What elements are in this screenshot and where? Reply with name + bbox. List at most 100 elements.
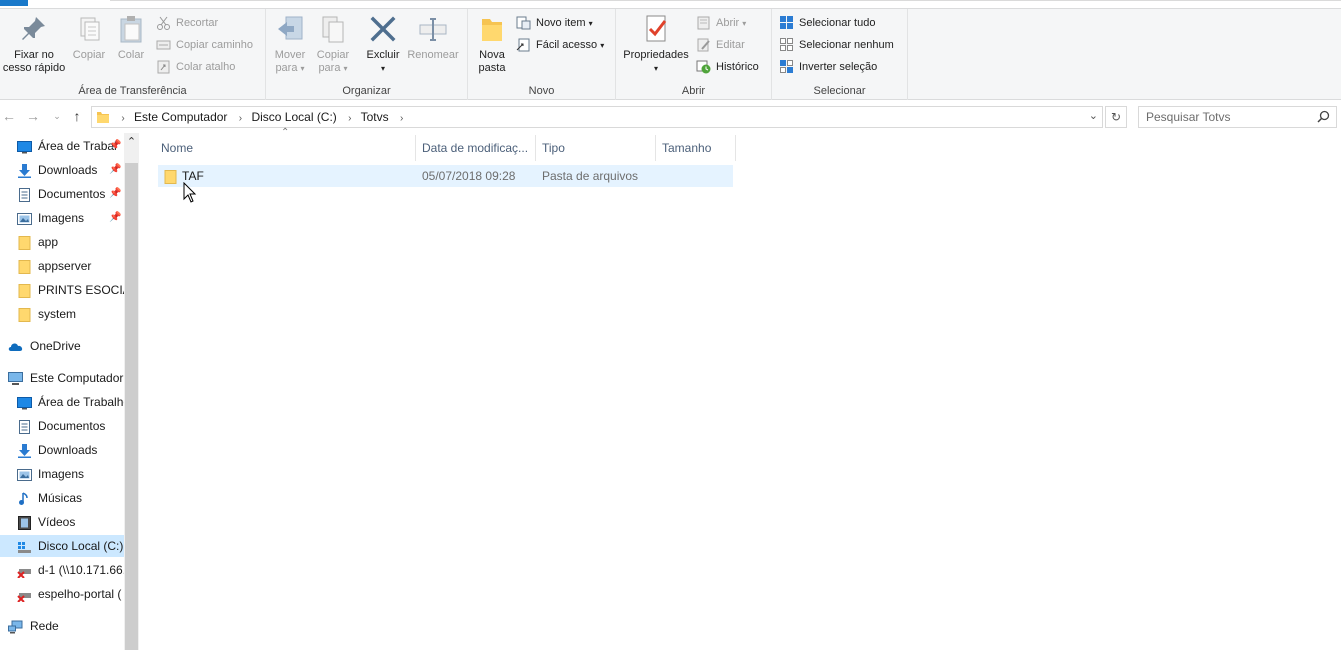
delete-label: Excluir bbox=[366, 49, 400, 61]
copy-path-icon bbox=[156, 38, 171, 52]
recent-locations-chevron-icon[interactable]: ⌄ bbox=[48, 107, 66, 125]
invert-selection-label: Inverter seleção bbox=[799, 61, 878, 73]
select-all-button[interactable]: Selecionar tudo bbox=[779, 13, 875, 33]
nav-item-folder-prints-esocial[interactable]: PRINTS ESOCIAL bbox=[0, 279, 124, 301]
nav-item-downloads[interactable]: Downloads bbox=[0, 439, 124, 461]
pin-icon[interactable]: 📌 bbox=[109, 135, 121, 157]
rename-icon bbox=[417, 13, 449, 45]
breadcrumb-separator-icon[interactable]: › bbox=[400, 113, 403, 124]
copy-to-icon bbox=[317, 13, 349, 45]
history-button[interactable]: Histórico bbox=[696, 57, 759, 77]
documents-icon bbox=[17, 187, 32, 202]
folder-icon bbox=[17, 235, 32, 250]
invert-selection-button[interactable]: Inverter seleção bbox=[779, 57, 877, 77]
pin-icon[interactable]: 📌 bbox=[109, 207, 121, 229]
breadcrumb-separator-icon[interactable]: › bbox=[239, 113, 242, 124]
nav-item-music[interactable]: Músicas bbox=[0, 487, 124, 509]
address-dropdown-chevron-icon[interactable]: ⌄ bbox=[1089, 109, 1098, 122]
group-clipboard: Fixar no cesso rápido Copiar Colar Recor… bbox=[0, 9, 266, 100]
pin-label-1: Fixar no bbox=[14, 49, 54, 61]
nav-item-this-pc[interactable]: Este Computador bbox=[0, 367, 124, 389]
breadcrumb-separator-icon[interactable]: › bbox=[348, 113, 351, 124]
nav-item-network[interactable]: Rede bbox=[0, 615, 124, 637]
rename-button[interactable]: Renomear bbox=[406, 13, 460, 62]
refresh-icon[interactable]: ↻ bbox=[1105, 106, 1127, 128]
copy-button[interactable]: Copiar bbox=[70, 13, 108, 62]
nav-item-pictures-quick[interactable]: Imagens 📌 bbox=[0, 207, 124, 229]
new-folder-icon bbox=[476, 13, 508, 45]
properties-button[interactable]: Propriedades ▾ bbox=[620, 13, 692, 75]
open-button[interactable]: Abrir ▾ bbox=[696, 13, 746, 33]
select-none-button[interactable]: Selecionar nenhum bbox=[779, 35, 894, 55]
column-header-name[interactable]: Nome bbox=[155, 135, 416, 161]
paste-icon bbox=[115, 13, 147, 45]
drive-icon bbox=[17, 539, 32, 553]
nav-item-videos[interactable]: Vídeos bbox=[0, 511, 124, 533]
breadcrumb-item[interactable]: Totvs bbox=[361, 110, 389, 124]
select-none-label: Selecionar nenhum bbox=[799, 39, 894, 51]
network-drive-disconnected-icon bbox=[17, 587, 32, 603]
nav-item-desktop-quick[interactable]: Área de Trabal 📌 bbox=[0, 135, 124, 157]
new-folder-button[interactable]: Nova pasta bbox=[472, 13, 512, 75]
table-row[interactable]: TAF 05/07/2018 09:28 Pasta de arquivos bbox=[158, 165, 733, 187]
nav-item-documents[interactable]: Documentos bbox=[0, 415, 124, 437]
desktop-icon bbox=[17, 139, 32, 154]
pin-icon[interactable]: 📌 bbox=[109, 159, 121, 181]
column-header-modified[interactable]: Data de modificaç... bbox=[416, 135, 536, 161]
forward-arrow-icon[interactable]: → bbox=[24, 107, 42, 125]
nav-item-folder-system[interactable]: system bbox=[0, 303, 124, 325]
pin-icon[interactable]: 📌 bbox=[109, 183, 121, 205]
invert-selection-icon bbox=[779, 60, 794, 74]
back-arrow-icon[interactable]: ← bbox=[0, 107, 18, 125]
folder-icon bbox=[17, 307, 32, 322]
group-select: Selecionar tudo Selecionar nenhum Invert… bbox=[772, 9, 908, 100]
breadcrumb-item[interactable]: Este Computador bbox=[134, 110, 227, 124]
navigation-pane: Área de Trabal 📌 Downloads 📌 Documentos … bbox=[0, 133, 139, 650]
nav-item-folder-appserver[interactable]: appserver bbox=[0, 255, 124, 277]
copy-path-button[interactable]: Copiar caminho bbox=[156, 35, 253, 55]
nav-item-local-disk[interactable]: Disco Local (C:) bbox=[0, 535, 124, 557]
download-icon bbox=[17, 443, 32, 458]
nav-item-documents-quick[interactable]: Documentos 📌 bbox=[0, 183, 124, 205]
nav-item-downloads-quick[interactable]: Downloads 📌 bbox=[0, 159, 124, 181]
nav-scrollbar[interactable]: ⌃ bbox=[124, 133, 139, 650]
nav-item-desktop[interactable]: Área de Trabalho bbox=[0, 391, 124, 413]
properties-label: Propriedades bbox=[623, 49, 689, 61]
move-label-2: para ▾ bbox=[275, 62, 305, 74]
onedrive-cloud-icon bbox=[8, 339, 23, 353]
nav-item-network-drive-d1[interactable]: d-1 (\\10.171.66. bbox=[0, 559, 124, 581]
scissors-icon bbox=[156, 16, 171, 30]
address-bar[interactable]: › Este Computador › Disco Local (C:) › T… bbox=[91, 106, 1103, 128]
up-arrow-icon[interactable]: ↑ bbox=[68, 107, 86, 125]
column-header-type[interactable]: Tipo bbox=[536, 135, 656, 161]
move-to-button[interactable]: Mover para ▾ bbox=[270, 13, 310, 75]
easy-access-button[interactable]: Fácil acesso ▾ bbox=[516, 35, 604, 55]
search-icon[interactable] bbox=[1317, 110, 1330, 123]
nav-scrollbar-thumb[interactable] bbox=[125, 163, 138, 650]
download-icon bbox=[17, 163, 32, 178]
nav-item-pictures[interactable]: Imagens bbox=[0, 463, 124, 485]
search-input[interactable] bbox=[1139, 107, 1309, 127]
column-header-size[interactable]: Tamanho bbox=[656, 135, 736, 161]
paste-shortcut-icon bbox=[156, 60, 171, 74]
network-drive-disconnected-icon bbox=[17, 563, 32, 579]
group-label-select: Selecionar bbox=[813, 85, 866, 97]
group-open: Propriedades ▾ Abrir ▾ Editar Histórico … bbox=[616, 9, 772, 100]
edit-button[interactable]: Editar bbox=[696, 35, 745, 55]
file-tab[interactable] bbox=[0, 0, 28, 6]
new-item-button[interactable]: Novo item ▾ bbox=[516, 13, 593, 33]
nav-item-folder-app[interactable]: app bbox=[0, 231, 124, 253]
nav-item-onedrive[interactable]: OneDrive bbox=[0, 335, 124, 357]
paste-button[interactable]: Colar bbox=[113, 13, 149, 62]
open-label: Abrir bbox=[716, 17, 740, 29]
scroll-up-chevron-icon[interactable]: ⌃ bbox=[124, 135, 139, 148]
nav-item-network-drive-espelho[interactable]: espelho-portal ( bbox=[0, 583, 124, 605]
breadcrumb-item[interactable]: Disco Local (C:) bbox=[251, 110, 336, 124]
easy-access-label: Fácil acesso bbox=[536, 39, 598, 51]
cut-button[interactable]: Recortar bbox=[156, 13, 218, 33]
new-folder-label-2: pasta bbox=[478, 62, 506, 74]
copy-to-button[interactable]: Copiar para ▾ bbox=[314, 13, 352, 75]
pin-quick-access-button[interactable]: Fixar no cesso rápido bbox=[2, 13, 66, 75]
delete-button[interactable]: Excluir ▾ bbox=[362, 13, 404, 75]
paste-shortcut-button[interactable]: Colar atalho bbox=[156, 57, 235, 77]
